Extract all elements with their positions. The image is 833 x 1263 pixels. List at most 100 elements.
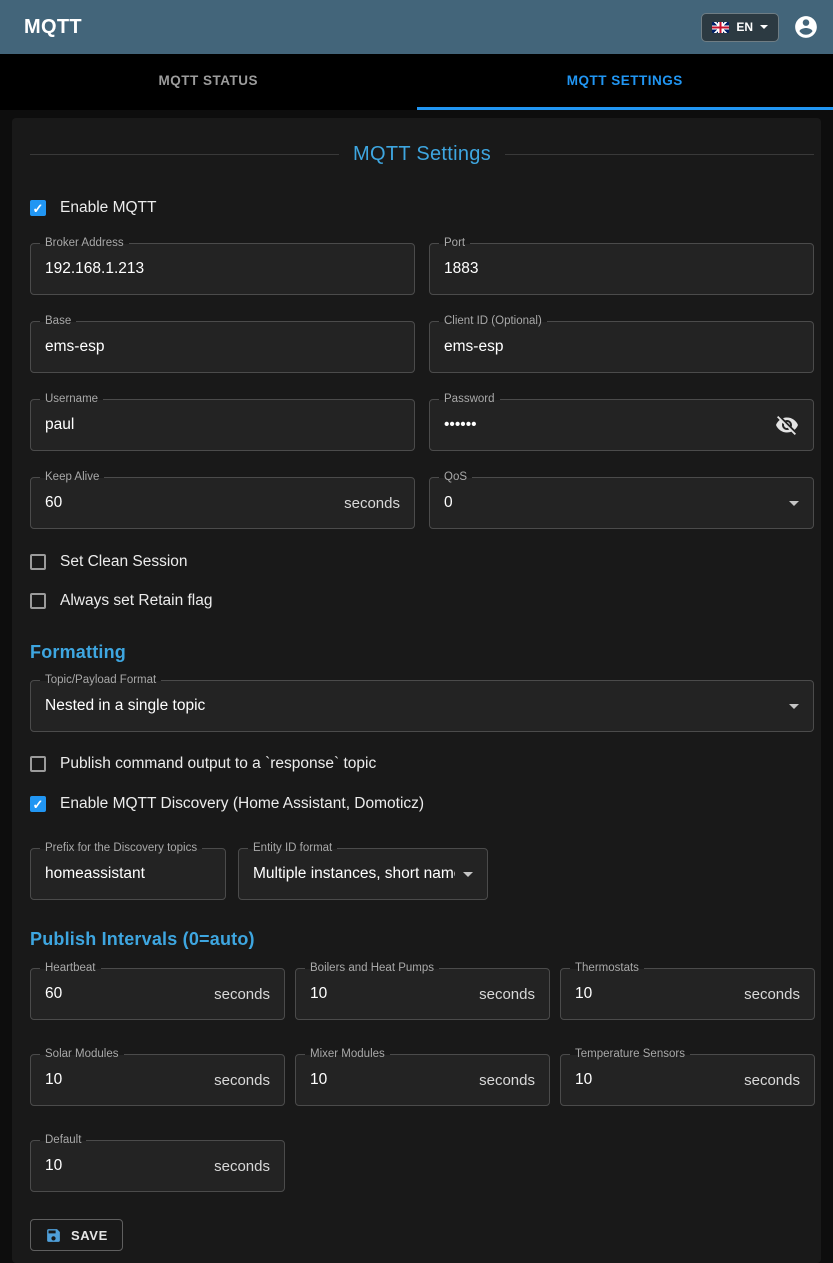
field-value: 192.168.1.213 (45, 260, 400, 278)
unit-suffix: seconds (479, 1072, 535, 1089)
boilers-interval-field[interactable]: Boilers and Heat Pumps 10 seconds (295, 968, 550, 1020)
qos-select[interactable]: QoS 0 (429, 477, 814, 529)
unit-suffix: seconds (744, 986, 800, 1003)
field-value: 10 (575, 985, 736, 1003)
field-value: 10 (45, 1071, 206, 1089)
password-field[interactable]: Password •••••• (429, 399, 814, 451)
field-label: Broker Address (40, 236, 129, 251)
visibility-off-icon[interactable] (775, 413, 799, 437)
unit-suffix: seconds (214, 1072, 270, 1089)
field-label: Mixer Modules (305, 1047, 390, 1062)
field-value: paul (45, 416, 400, 434)
tab-bar: MQTT STATUS MQTT SETTINGS (0, 54, 833, 110)
formatting-heading: Formatting (30, 640, 814, 664)
checkbox-icon (30, 756, 46, 772)
field-label: Keep Alive (40, 470, 104, 485)
port-field[interactable]: Port 1883 (429, 243, 814, 295)
checkbox-icon (30, 554, 46, 570)
settings-title-row: MQTT Settings (30, 140, 814, 168)
field-value: Multiple instances, short name (253, 865, 455, 883)
tab-mqtt-settings[interactable]: MQTT SETTINGS (417, 54, 833, 110)
field-label: Password (439, 392, 500, 407)
save-icon (45, 1227, 62, 1244)
topic-payload-format-select[interactable]: Topic/Payload Format Nested in a single … (30, 680, 814, 732)
field-label: Default (40, 1133, 86, 1148)
field-label: Client ID (Optional) (439, 314, 547, 329)
unit-suffix: seconds (214, 986, 270, 1003)
dropdown-arrow-icon (463, 872, 473, 877)
field-label: Thermostats (570, 961, 644, 976)
field-value: 10 (575, 1071, 736, 1089)
checkbox-clean-session[interactable]: Set Clean Session (30, 550, 814, 574)
checkbox-mqtt-discovery[interactable]: Enable MQTT Discovery (Home Assistant, D… (30, 792, 814, 816)
uk-flag-icon (712, 22, 729, 33)
save-button[interactable]: SAVE (30, 1219, 123, 1251)
default-interval-field[interactable]: Default 10 seconds (30, 1140, 285, 1192)
field-label: QoS (439, 470, 472, 485)
settings-title: MQTT Settings (353, 143, 491, 166)
field-value: 60 (45, 494, 336, 512)
publish-intervals-heading: Publish Intervals (0=auto) (30, 927, 814, 951)
heartbeat-interval-field[interactable]: Heartbeat 60 seconds (30, 968, 285, 1020)
save-button-label: SAVE (71, 1228, 108, 1243)
checkbox-icon (30, 796, 46, 812)
checkbox-label: Publish command output to a `response` t… (60, 755, 376, 773)
field-value: 10 (310, 985, 471, 1003)
checkbox-publish-response[interactable]: Publish command output to a `response` t… (30, 752, 814, 776)
field-label: Topic/Payload Format (40, 673, 161, 688)
field-value: 0 (444, 494, 781, 512)
checkbox-retain-flag[interactable]: Always set Retain flag (30, 589, 814, 613)
field-value: 10 (310, 1071, 471, 1089)
thermostats-interval-field[interactable]: Thermostats 10 seconds (560, 968, 815, 1020)
field-label: Base (40, 314, 76, 329)
username-field[interactable]: Username paul (30, 399, 415, 451)
mixer-modules-interval-field[interactable]: Mixer Modules 10 seconds (295, 1054, 550, 1106)
checkbox-label: Enable MQTT (60, 199, 156, 217)
discovery-options-row: Prefix for the Discovery topics homeassi… (30, 848, 814, 900)
checkbox-label: Always set Retain flag (60, 592, 213, 610)
discovery-prefix-field[interactable]: Prefix for the Discovery topics homeassi… (30, 848, 226, 900)
base-field[interactable]: Base ems-esp (30, 321, 415, 373)
temperature-sensors-interval-field[interactable]: Temperature Sensors 10 seconds (560, 1054, 815, 1106)
unit-suffix: seconds (479, 986, 535, 1003)
unit-suffix: seconds (214, 1158, 270, 1175)
field-value: 10 (45, 1157, 206, 1175)
field-label: Entity ID format (248, 841, 337, 856)
chevron-down-icon (760, 25, 768, 29)
field-value: ems-esp (444, 338, 799, 356)
divider (30, 154, 339, 155)
checkbox-icon (30, 593, 46, 609)
field-value: 60 (45, 985, 206, 1003)
field-label: Boilers and Heat Pumps (305, 961, 439, 976)
account-icon[interactable] (793, 14, 819, 40)
field-value: homeassistant (45, 865, 211, 883)
broker-address-field[interactable]: Broker Address 192.168.1.213 (30, 243, 415, 295)
solar-modules-interval-field[interactable]: Solar Modules 10 seconds (30, 1054, 285, 1106)
entity-id-format-select[interactable]: Entity ID format Multiple instances, sho… (238, 848, 488, 900)
field-value: •••••• (444, 416, 767, 434)
intervals-grid: Heartbeat 60 seconds Boilers and Heat Pu… (30, 968, 814, 1192)
divider (505, 154, 814, 155)
language-selector-button[interactable]: EN (701, 13, 779, 42)
app-title: MQTT (24, 16, 701, 39)
language-label: EN (736, 20, 753, 34)
client-id-field[interactable]: Client ID (Optional) ems-esp (429, 321, 814, 373)
field-value: 1883 (444, 260, 799, 278)
field-label: Solar Modules (40, 1047, 124, 1062)
unit-suffix: seconds (744, 1072, 800, 1089)
field-label: Port (439, 236, 470, 251)
settings-card: MQTT Settings Enable MQTT Broker Address… (12, 118, 821, 1263)
checkbox-label: Set Clean Session (60, 553, 188, 571)
field-value: ems-esp (45, 338, 400, 356)
field-value: Nested in a single topic (45, 697, 781, 715)
app-bar: MQTT EN (0, 0, 833, 54)
checkbox-label: Enable MQTT Discovery (Home Assistant, D… (60, 795, 424, 813)
keep-alive-field[interactable]: Keep Alive 60 seconds (30, 477, 415, 529)
tab-mqtt-status[interactable]: MQTT STATUS (0, 54, 417, 110)
unit-suffix: seconds (344, 495, 400, 512)
dropdown-arrow-icon (789, 704, 799, 709)
connection-fields-grid: Broker Address 192.168.1.213 Port 1883 B… (30, 243, 814, 529)
checkbox-enable-mqtt[interactable]: Enable MQTT (30, 196, 814, 220)
field-label: Prefix for the Discovery topics (40, 841, 202, 856)
field-label: Username (40, 392, 103, 407)
